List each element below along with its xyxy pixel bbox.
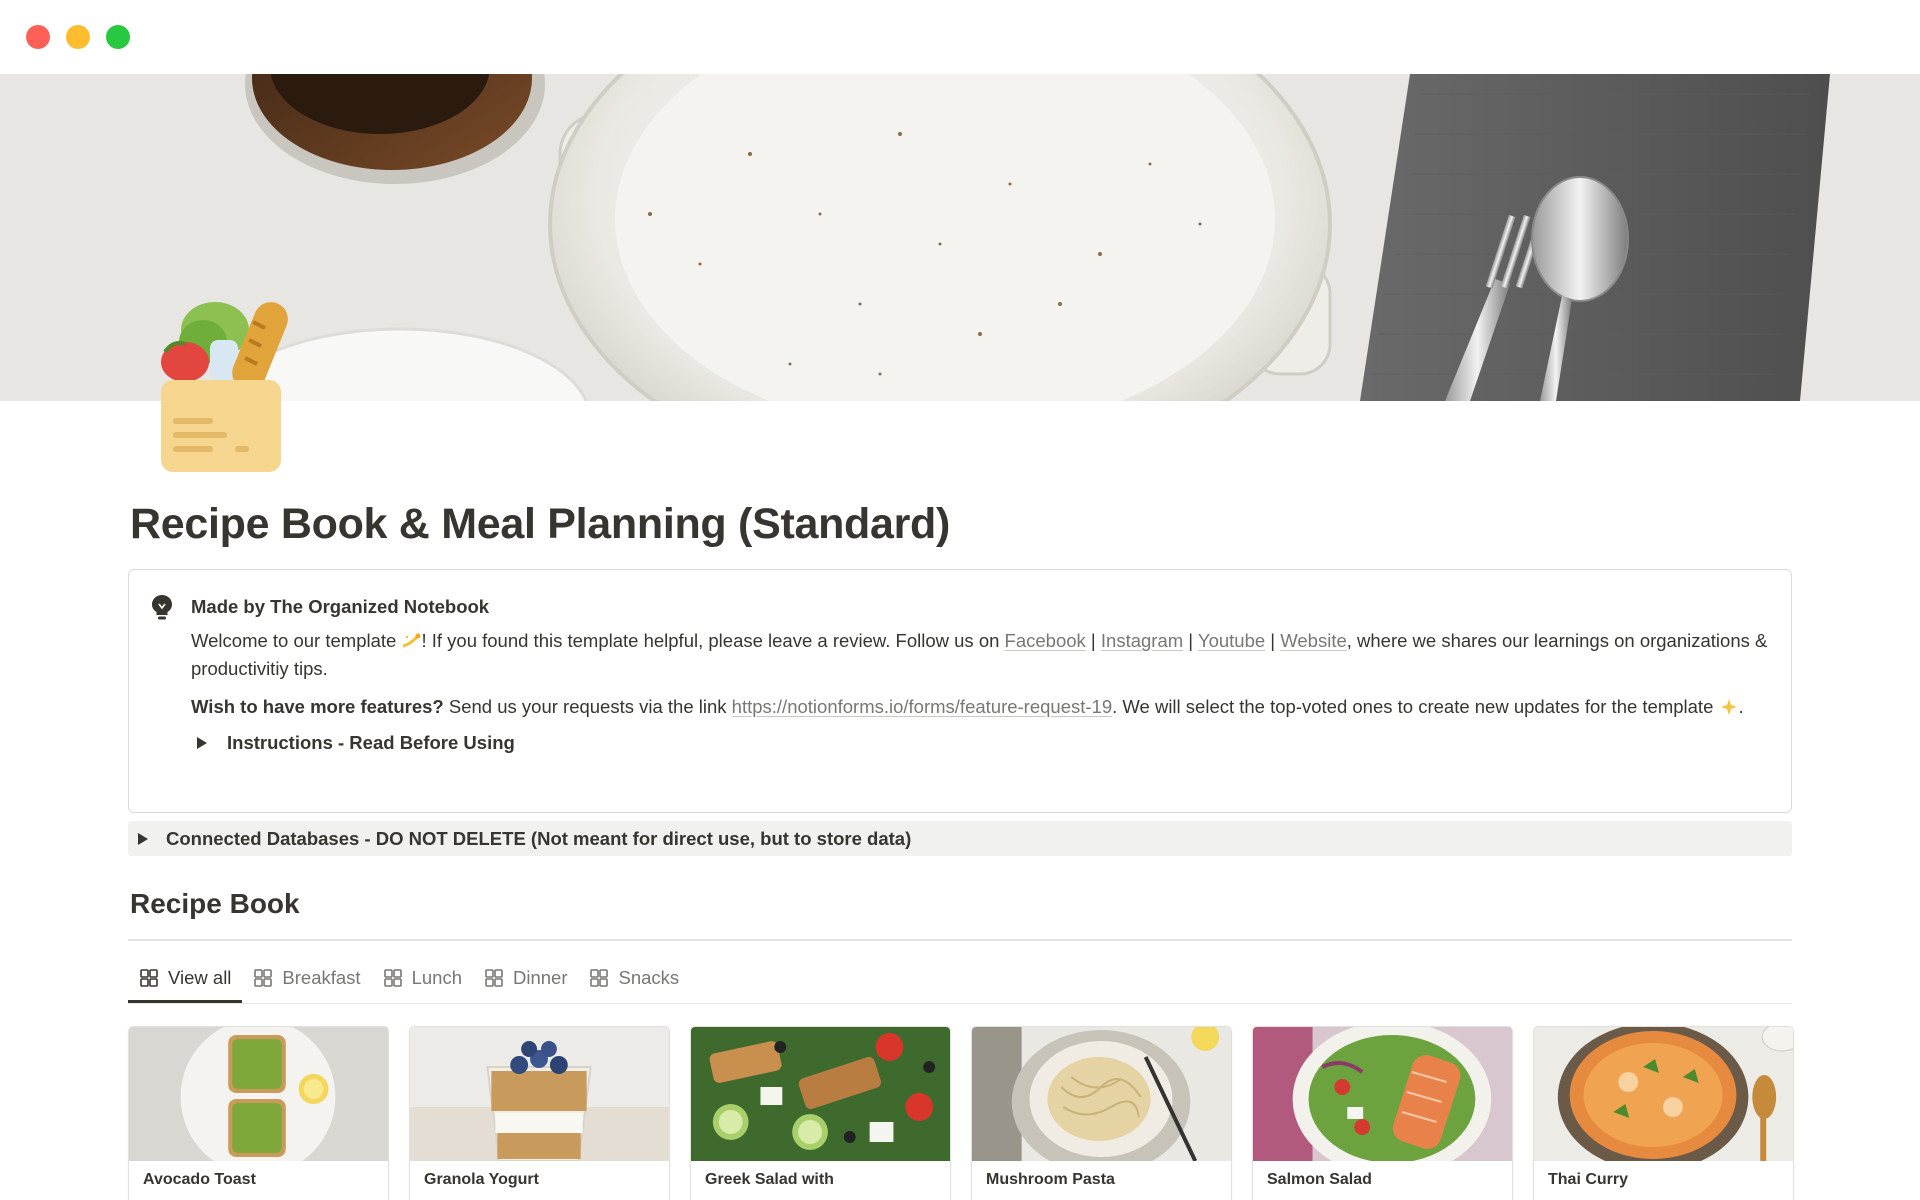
features-paragraph: Wish to have more features? Send us your… xyxy=(191,693,1771,721)
grocery-bag-icon[interactable] xyxy=(155,300,295,475)
sparkle-star-icon xyxy=(401,630,421,648)
recipe-card[interactable]: Thai Curry xyxy=(1533,1026,1794,1200)
tab-label: Breakfast xyxy=(282,967,361,988)
features-bold: Wish to have more features? xyxy=(191,696,444,717)
recipe-gallery: Avocado Toast Granola Yogurt Greek Salad… xyxy=(128,1026,1794,1200)
window-titlebar xyxy=(0,0,1920,74)
facebook-link[interactable]: Facebook xyxy=(1005,630,1086,651)
heading-divider xyxy=(128,939,1792,941)
view-tabs: View all Breakfast Lunch Dinner Snacks xyxy=(128,958,690,1004)
gallery-view-icon xyxy=(590,969,609,987)
recipe-book-heading: Recipe Book xyxy=(130,888,300,919)
recipe-card-title: Granola Yogurt xyxy=(424,1171,539,1188)
lightbulb-icon xyxy=(151,594,173,620)
features-suffix: . We will select the top-voted ones to c… xyxy=(1112,696,1714,717)
thai-curry-image xyxy=(1534,1027,1793,1161)
youtube-link[interactable]: Youtube xyxy=(1198,630,1265,651)
instagram-link[interactable]: Instagram xyxy=(1101,630,1183,651)
connected-databases-toggle[interactable]: Connected Databases - DO NOT DELETE (Not… xyxy=(128,821,1792,856)
tab-label: Snacks xyxy=(618,967,680,988)
link-separator: | xyxy=(1085,630,1101,651)
welcome-mid: ! If you found this template helpful, pl… xyxy=(421,630,1005,651)
feature-request-link[interactable]: https://notionforms.io/forms/feature-req… xyxy=(732,696,1112,717)
tab-snacks[interactable]: Snacks xyxy=(578,958,690,998)
callout-heading: Made by The Organized Notebook xyxy=(191,596,490,617)
toggle-arrow-icon[interactable] xyxy=(138,832,148,845)
tab-lunch[interactable]: Lunch xyxy=(372,958,473,998)
recipe-card[interactable]: Avocado Toast xyxy=(128,1026,389,1200)
recipe-card-title: Salmon Salad xyxy=(1267,1171,1372,1188)
tab-label: Lunch xyxy=(411,967,462,988)
features-end: . xyxy=(1738,696,1744,717)
gallery-view-icon xyxy=(383,969,402,987)
features-text: Send us your requests via the link xyxy=(443,696,732,717)
pasta-image xyxy=(972,1027,1231,1161)
page-title[interactable]: Recipe Book & Meal Planning (Standard) xyxy=(130,500,950,549)
tab-breakfast[interactable]: Breakfast xyxy=(242,958,371,998)
link-separator: | xyxy=(1183,630,1198,651)
sparkles-icon xyxy=(1719,696,1739,715)
avocado-toast-image xyxy=(129,1027,388,1161)
zoom-window-button[interactable] xyxy=(106,25,130,49)
instructions-toggle-label: Instructions - Read Before Using xyxy=(227,732,515,753)
tabs-divider xyxy=(128,1003,1792,1004)
recipe-card[interactable]: Granola Yogurt xyxy=(409,1026,670,1200)
tab-label: View all xyxy=(168,967,232,988)
welcome-paragraph: Welcome to our template ! If you found t… xyxy=(191,627,1771,683)
tab-view-all[interactable]: View all xyxy=(128,958,243,1003)
tab-dinner[interactable]: Dinner xyxy=(473,958,579,998)
recipe-card[interactable]: Mushroom Pasta xyxy=(971,1026,1232,1200)
greek-salad-image xyxy=(691,1027,950,1161)
recipe-card-title: Mushroom Pasta xyxy=(986,1171,1115,1188)
recipe-card-title: Thai Curry xyxy=(1548,1171,1629,1188)
salmon-salad-image xyxy=(1253,1027,1512,1161)
granola-yogurt-image xyxy=(410,1027,669,1161)
website-link[interactable]: Website xyxy=(1280,630,1347,651)
tab-label: Dinner xyxy=(512,967,568,988)
link-separator: | xyxy=(1265,630,1281,651)
toggle-arrow-icon[interactable] xyxy=(197,737,207,749)
info-callout: Made by The Organized Notebook Welcome t… xyxy=(128,569,1792,813)
gallery-view-icon xyxy=(140,969,158,987)
close-window-button[interactable] xyxy=(26,25,50,49)
recipe-card-title: Greek Salad with xyxy=(705,1171,834,1188)
gallery-view-icon xyxy=(254,969,273,987)
recipe-card[interactable]: Greek Salad with xyxy=(690,1026,951,1200)
welcome-prefix: Welcome to our template xyxy=(191,630,397,651)
minimize-window-button[interactable] xyxy=(66,25,90,49)
recipe-card-title: Avocado Toast xyxy=(143,1171,256,1188)
gallery-view-icon xyxy=(485,969,503,987)
instructions-toggle[interactable]: Instructions - Read Before Using xyxy=(197,729,1771,757)
connected-databases-label: Connected Databases - DO NOT DELETE (Not… xyxy=(166,827,912,849)
recipe-card[interactable]: Salmon Salad xyxy=(1252,1026,1513,1200)
